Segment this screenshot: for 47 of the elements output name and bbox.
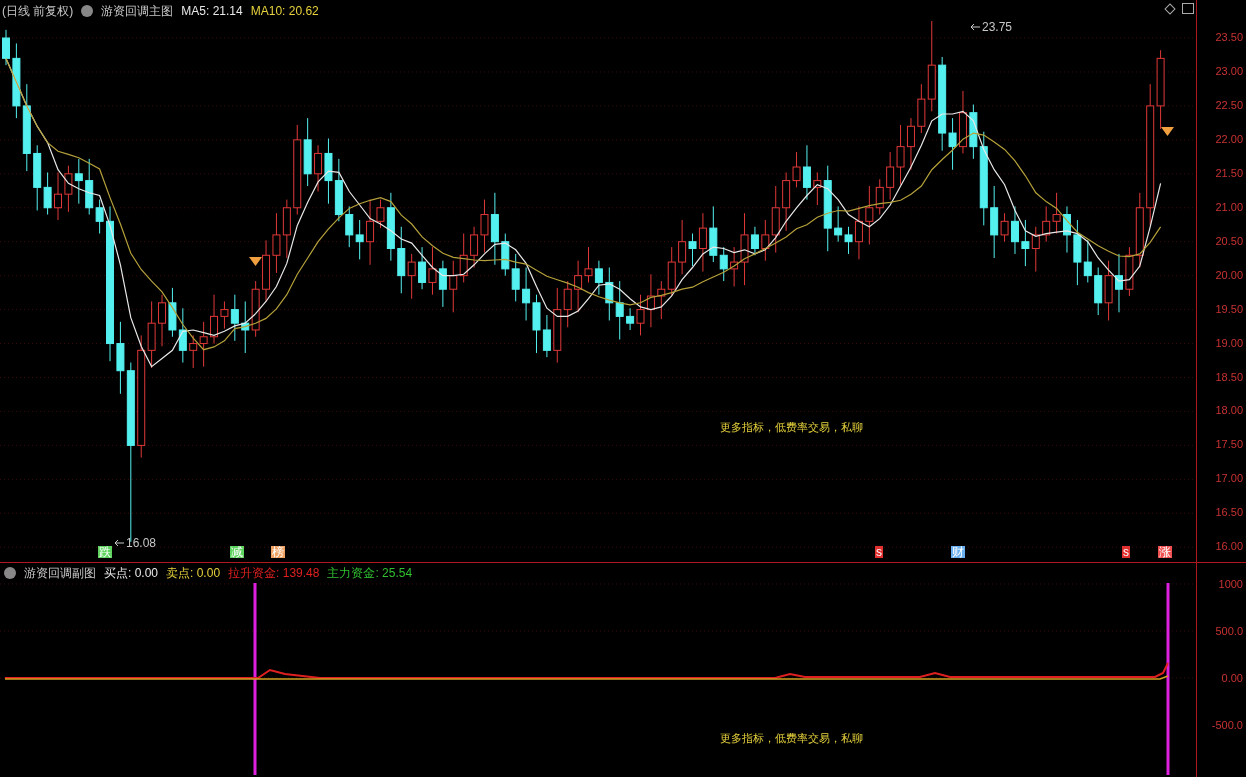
promo-note: 更多指标，低费率交易，私聊 — [720, 731, 863, 746]
price-axis-label: 22.00 — [1215, 133, 1243, 145]
triangle-marker-icon — [1161, 127, 1174, 136]
signal-marker: 减 — [230, 546, 244, 558]
signal-marker: s — [875, 546, 883, 558]
signal-marker: 财 — [951, 546, 965, 558]
high-price-label: 23.75 — [982, 19, 1013, 36]
value-axis-label: -500.0 — [1211, 720, 1243, 731]
signal-marker: s — [1122, 546, 1130, 558]
price-axis-label: 20.50 — [1215, 235, 1243, 247]
pointer-arrow-icon — [970, 23, 980, 31]
indicator-value: 主力资金: 25.54 — [327, 565, 413, 582]
price-axis-label: 18.00 — [1215, 405, 1243, 417]
indicator-title: 游资回调副图 — [24, 565, 96, 582]
price-axis-label: 21.00 — [1215, 201, 1243, 213]
price-axis-label: 19.00 — [1215, 337, 1243, 349]
price-axis-label: 23.00 — [1215, 65, 1243, 77]
collapse-icon[interactable] — [4, 567, 16, 579]
pointer-arrow-icon — [114, 539, 124, 547]
value-axis-label: 1000 — [1218, 579, 1243, 590]
price-axis-label: 20.00 — [1215, 269, 1243, 281]
price-axis-label: 23.50 — [1215, 32, 1243, 43]
panel-toggle-icon[interactable] — [1182, 3, 1194, 14]
collapse-icon[interactable] — [81, 5, 94, 17]
indicator-title: 游资回调主图 — [101, 3, 174, 20]
signal-marker: 榜 — [271, 546, 285, 558]
value-axis-label: 0.00 — [1221, 673, 1243, 684]
signal-marker: 跌 — [98, 546, 112, 558]
price-axis-label: 22.50 — [1215, 99, 1243, 111]
signal-marker: 涨 — [1158, 546, 1172, 558]
low-price-label: 16.08 — [126, 535, 157, 552]
indicator-value: 卖点: 0.00 — [166, 565, 221, 582]
price-axis-label: 16.00 — [1215, 541, 1243, 553]
period-label: (日线 前复权) — [2, 3, 74, 20]
price-axis-label: 17.50 — [1215, 439, 1243, 451]
price-axis-label: 19.50 — [1215, 303, 1243, 315]
price-axis-label: 21.50 — [1215, 167, 1243, 179]
triangle-marker-icon — [249, 257, 262, 266]
price-axis-label: 17.00 — [1215, 473, 1243, 485]
indicator-value: 拉升资金: 139.48 — [228, 565, 320, 582]
price-axis-label: 18.50 — [1215, 371, 1243, 383]
price-axis-label: 16.50 — [1215, 507, 1243, 519]
indicator-value: MA5: 21.14 — [181, 3, 243, 20]
promo-note: 更多指标，低费率交易，私聊 — [720, 420, 863, 435]
indicator-value: 买点: 0.00 — [104, 565, 159, 582]
indicator-value: MA10: 20.62 — [250, 3, 319, 20]
value-axis-label: 500.0 — [1215, 626, 1243, 637]
